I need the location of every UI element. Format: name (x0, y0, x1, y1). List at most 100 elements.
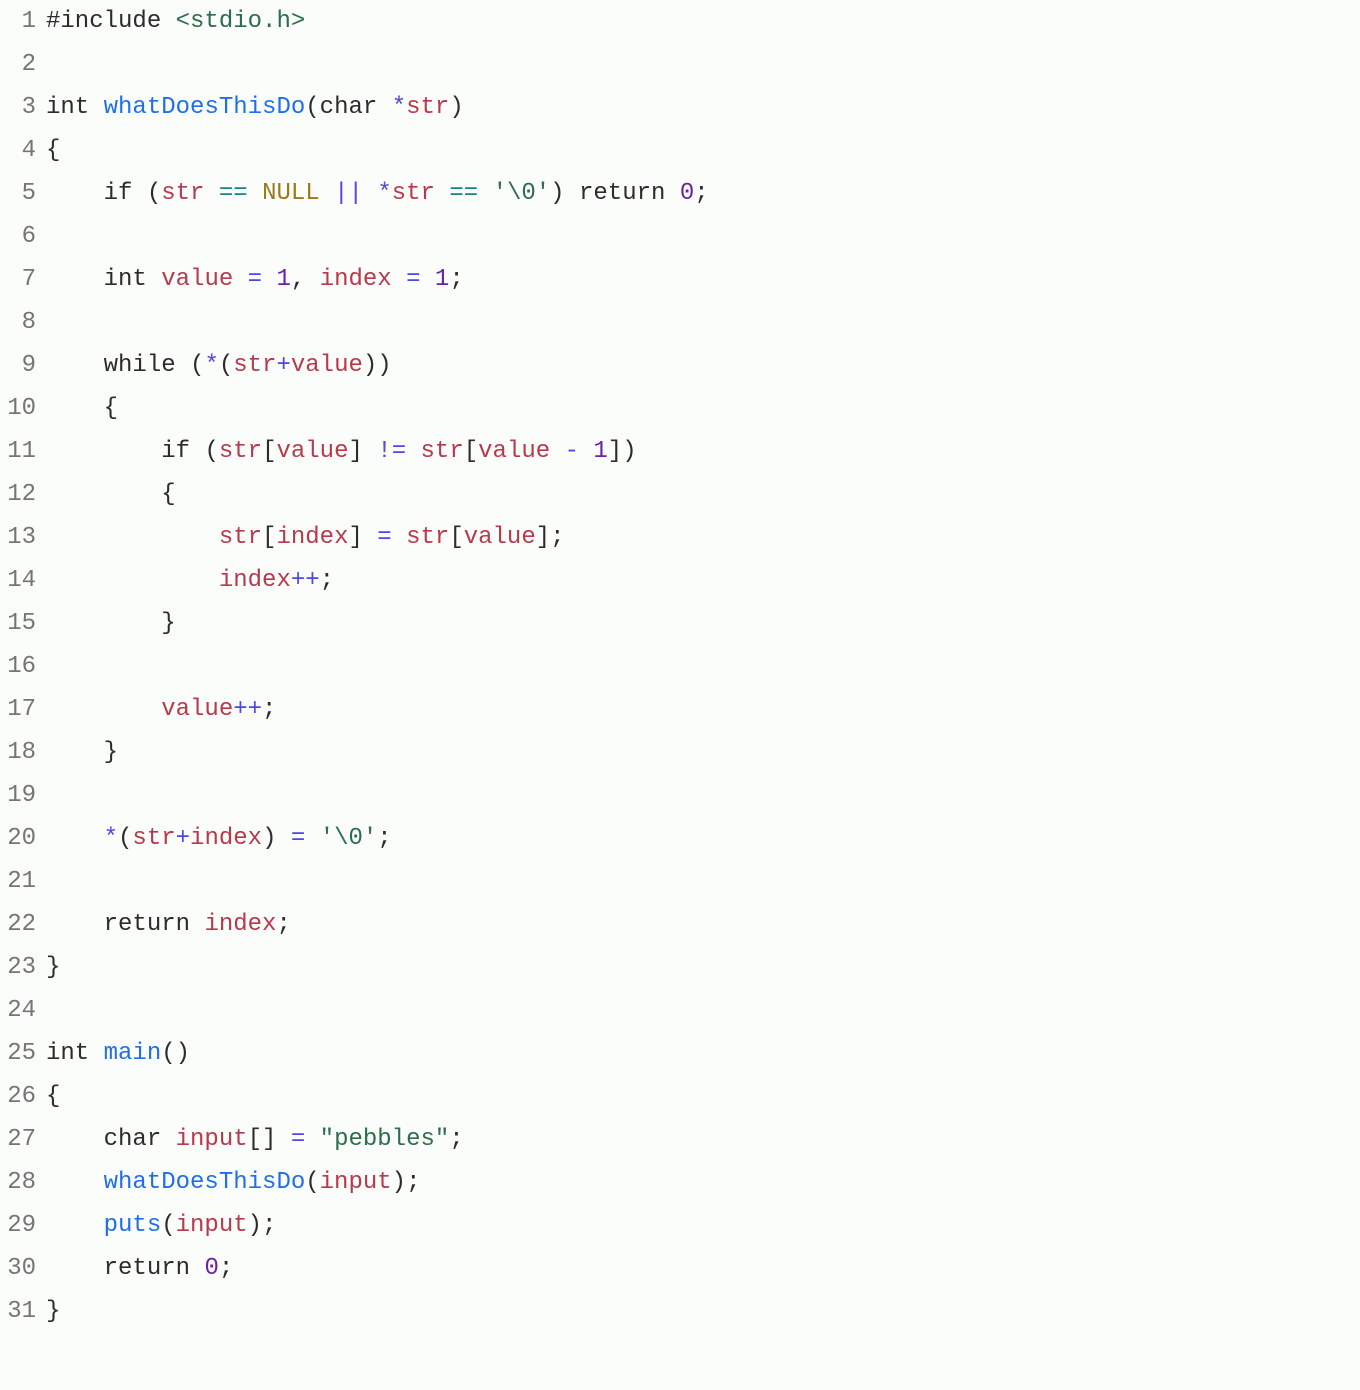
line-content (46, 645, 1360, 688)
code-token: ++ (291, 567, 320, 594)
code-token: * (392, 94, 406, 121)
line-content: return 0; (46, 1247, 1360, 1290)
code-token: ( (219, 352, 233, 379)
code-token: index (190, 825, 262, 852)
code-token: == (449, 180, 478, 207)
line-number: 24 (0, 989, 46, 1032)
code-token (161, 8, 175, 35)
code-line: 8 (0, 301, 1360, 344)
code-line: 31} (0, 1290, 1360, 1333)
code-token (190, 1255, 204, 1282)
code-token: #include (46, 8, 161, 35)
line-number: 16 (0, 645, 46, 688)
line-number: 3 (0, 86, 46, 129)
code-token: } (46, 1298, 60, 1325)
line-content: { (46, 1075, 1360, 1118)
code-token (421, 266, 435, 293)
code-token: while (104, 352, 176, 379)
line-content: *(str+index) = '\0'; (46, 817, 1360, 860)
line-content (46, 860, 1360, 903)
code-line: 9 while (*(str+value)) (0, 344, 1360, 387)
code-token: } (161, 610, 175, 637)
code-token (305, 1126, 319, 1153)
line-content: whatDoesThisDo(input); (46, 1161, 1360, 1204)
code-token: ) (248, 1212, 262, 1239)
code-token: ; (550, 524, 564, 551)
code-token: { (161, 481, 175, 508)
code-token: ; (406, 1169, 420, 1196)
code-token (320, 180, 334, 207)
line-number: 25 (0, 1032, 46, 1075)
code-line: 12 { (0, 473, 1360, 516)
code-token: input (176, 1126, 248, 1153)
code-token: ; (694, 180, 708, 207)
line-number: 28 (0, 1161, 46, 1204)
code-token: value (464, 524, 536, 551)
line-content: } (46, 602, 1360, 645)
line-number: 30 (0, 1247, 46, 1290)
code-token: ) (449, 94, 463, 121)
code-token (46, 1255, 104, 1282)
code-token: ) (392, 1169, 406, 1196)
code-token (392, 524, 406, 551)
code-token: 1 (593, 438, 607, 465)
code-line: 6 (0, 215, 1360, 258)
code-token (233, 266, 247, 293)
code-token: = (291, 1126, 305, 1153)
code-token: = (248, 266, 262, 293)
code-token: ( (305, 1169, 319, 1196)
code-token (46, 395, 104, 422)
line-content (46, 301, 1360, 344)
code-token (204, 180, 218, 207)
code-token: ( (147, 180, 161, 207)
code-line: 22 return index; (0, 903, 1360, 946)
code-token (46, 481, 161, 508)
code-line: 21 (0, 860, 1360, 903)
code-token (305, 266, 319, 293)
code-line: 5 if (str == NULL || *str == '\0') retur… (0, 172, 1360, 215)
code-line: 2 (0, 43, 1360, 86)
code-token (46, 1169, 104, 1196)
code-token: puts (104, 1212, 162, 1239)
code-token: str (132, 825, 175, 852)
code-token: NULL (262, 180, 320, 207)
code-token: || (334, 180, 363, 207)
code-token: = (377, 524, 391, 551)
code-line: 27 char input[] = "pebbles"; (0, 1118, 1360, 1161)
code-token: ; (449, 266, 463, 293)
code-line: 13 str[index] = str[value]; (0, 516, 1360, 559)
code-token: 1 (276, 266, 290, 293)
code-token (46, 524, 219, 551)
code-token (176, 352, 190, 379)
code-line: 29 puts(input); (0, 1204, 1360, 1247)
line-number: 13 (0, 516, 46, 559)
code-token (276, 1126, 290, 1153)
line-content: str[index] = str[value]; (46, 516, 1360, 559)
line-content (46, 989, 1360, 1032)
code-line: 1#include <stdio.h> (0, 0, 1360, 43)
line-content: { (46, 473, 1360, 516)
code-token: str (421, 438, 464, 465)
code-token: char (320, 94, 378, 121)
code-token: value (478, 438, 550, 465)
code-token: ] (536, 524, 550, 551)
code-token: = (406, 266, 420, 293)
code-token: ; (262, 696, 276, 723)
code-token (46, 180, 104, 207)
code-token: [ (464, 438, 478, 465)
code-token: if (161, 438, 190, 465)
code-token: <stdio.h> (176, 8, 306, 35)
line-content: value++; (46, 688, 1360, 731)
line-number: 2 (0, 43, 46, 86)
code-token: ; (262, 1212, 276, 1239)
code-token: ] (348, 524, 362, 551)
code-token: "pebbles" (320, 1126, 450, 1153)
code-token: char (104, 1126, 162, 1153)
code-token: { (104, 395, 118, 422)
code-token: str (406, 94, 449, 121)
line-number: 19 (0, 774, 46, 817)
code-token: index (219, 567, 291, 594)
code-token: ( (190, 352, 204, 379)
code-token: * (104, 825, 118, 852)
line-number: 29 (0, 1204, 46, 1247)
